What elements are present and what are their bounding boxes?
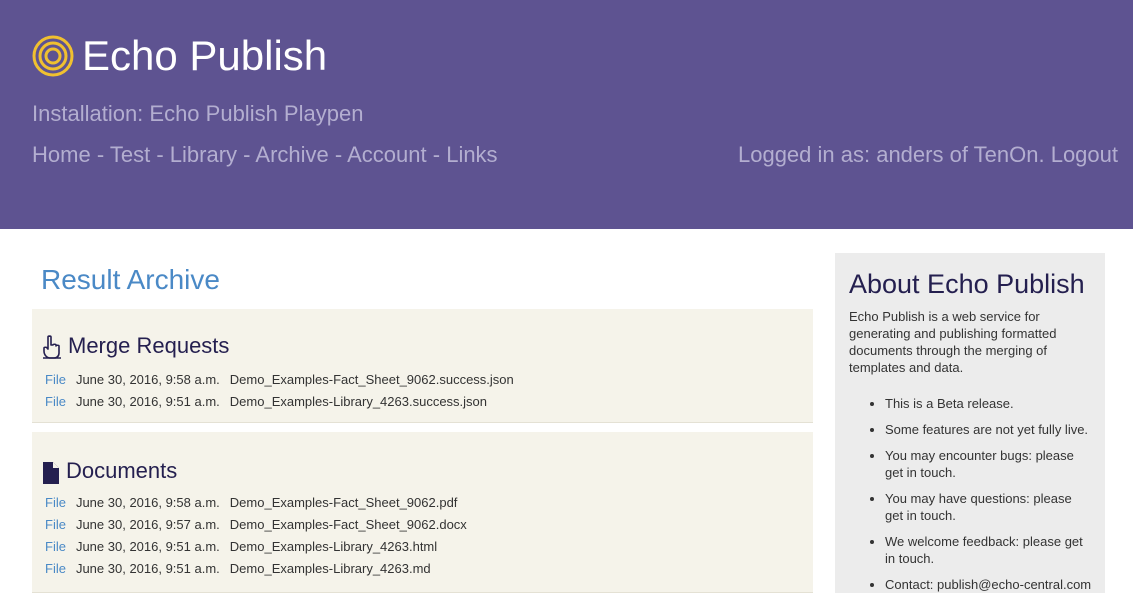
site-header: Echo Publish Installation: Echo Publish … <box>0 0 1133 229</box>
concentric-rings-logo-icon <box>32 35 74 77</box>
nav-separator: - <box>334 142 343 167</box>
file-row: File June 30, 2016, 9:51 a.m. Demo_Example… <box>45 536 467 558</box>
nav-separator: - <box>156 142 164 167</box>
document-icon <box>43 462 59 484</box>
nav-links[interactable]: Links <box>446 142 497 167</box>
file-name: Demo_Examples-Fact_Sheet_9062.docx <box>229 517 467 532</box>
sidebar-title: About Echo Publish <box>849 269 1085 299</box>
site-title[interactable]: Echo Publish <box>82 30 327 82</box>
documents-panel: Documents File June 30, 2016, 9:58 a.m. De… <box>32 432 813 593</box>
brand[interactable]: Echo Publish <box>32 30 327 82</box>
file-name: Demo_Examples-Fact_Sheet_9062.success.js… <box>229 372 514 387</box>
logout-link[interactable]: Logout <box>1051 142 1118 167</box>
file-date: June 30, 2016, 9:58 a.m. <box>75 495 220 510</box>
hand-pointer-icon <box>43 335 61 359</box>
nav-test[interactable]: Test <box>110 142 150 167</box>
file-date: June 30, 2016, 9:51 a.m. <box>75 394 220 409</box>
merge-requests-list: File June 30, 2016, 9:58 a.m. Demo_Example… <box>45 369 514 413</box>
file-row: File June 30, 2016, 9:51 a.m. Demo_Example… <box>45 391 514 413</box>
about-sidebar: About Echo Publish Echo Publish is a web… <box>835 253 1105 593</box>
file-row: File June 30, 2016, 9:51 a.m. Demo_Example… <box>45 558 467 580</box>
file-date: June 30, 2016, 9:57 a.m. <box>75 517 220 532</box>
nav-separator: - <box>432 142 441 167</box>
file-link[interactable]: File <box>45 517 66 532</box>
merge-requests-panel: Merge Requests File June 30, 2016, 9:58 a… <box>32 309 813 423</box>
login-status: Logged in as: anders of TenOn. Logout <box>738 141 1118 169</box>
file-row: File June 30, 2016, 9:58 a.m. Demo_Example… <box>45 492 467 514</box>
documents-title: Documents <box>66 458 178 483</box>
nav-separator: - <box>243 142 251 167</box>
nav-separator: - <box>96 142 105 167</box>
main-nav: Home - Test - Library - Archive - Accoun… <box>32 141 498 169</box>
file-link[interactable]: File <box>45 539 66 554</box>
list-item: Contact: publish@echo-central.com <box>885 576 1093 593</box>
nav-library[interactable]: Library <box>170 142 237 167</box>
file-link[interactable]: File <box>45 394 66 409</box>
documents-heading: Documents <box>42 458 177 484</box>
list-item: We welcome feedback: please get in touch… <box>885 533 1093 567</box>
merge-requests-title: Merge Requests <box>68 333 230 358</box>
list-item: You may encounter bugs: please get in to… <box>885 447 1093 481</box>
installation-label: Installation: Echo Publish Playpen <box>32 101 364 126</box>
list-item: Some features are not yet fully live. <box>885 421 1093 438</box>
list-item: This is a Beta release. <box>885 395 1093 412</box>
file-link[interactable]: File <box>45 495 66 510</box>
file-link[interactable]: File <box>45 561 66 576</box>
nav-archive[interactable]: Archive <box>255 142 328 167</box>
documents-list: File June 30, 2016, 9:58 a.m. Demo_Example… <box>45 492 467 580</box>
file-row: File June 30, 2016, 9:58 a.m. Demo_Example… <box>45 369 514 391</box>
file-name: Demo_Examples-Library_4263.md <box>229 561 431 576</box>
file-name: Demo_Examples-Fact_Sheet_9062.pdf <box>229 495 458 510</box>
file-name: Demo_Examples-Library_4263.success.json <box>229 394 488 409</box>
merge-requests-heading: Merge Requests <box>42 333 229 359</box>
logged-in-label: Logged in as: anders of TenOn. <box>737 142 1045 167</box>
nav-account[interactable]: Account <box>347 142 427 167</box>
file-date: June 30, 2016, 9:58 a.m. <box>75 372 220 387</box>
file-date: June 30, 2016, 9:51 a.m. <box>75 539 220 554</box>
file-link[interactable]: File <box>45 372 66 387</box>
file-row: File June 30, 2016, 9:57 a.m. Demo_Example… <box>45 514 467 536</box>
nav-home[interactable]: Home <box>32 142 91 167</box>
file-date: June 30, 2016, 9:51 a.m. <box>75 561 220 576</box>
sidebar-notes-list: This is a Beta release. Some features ar… <box>849 395 1093 602</box>
sidebar-description: Echo Publish is a web service for genera… <box>849 309 1057 375</box>
file-name: Demo_Examples-Library_4263.html <box>229 539 438 554</box>
page-title: Result Archive <box>41 264 220 295</box>
list-item: You may have questions: please get in to… <box>885 490 1093 524</box>
